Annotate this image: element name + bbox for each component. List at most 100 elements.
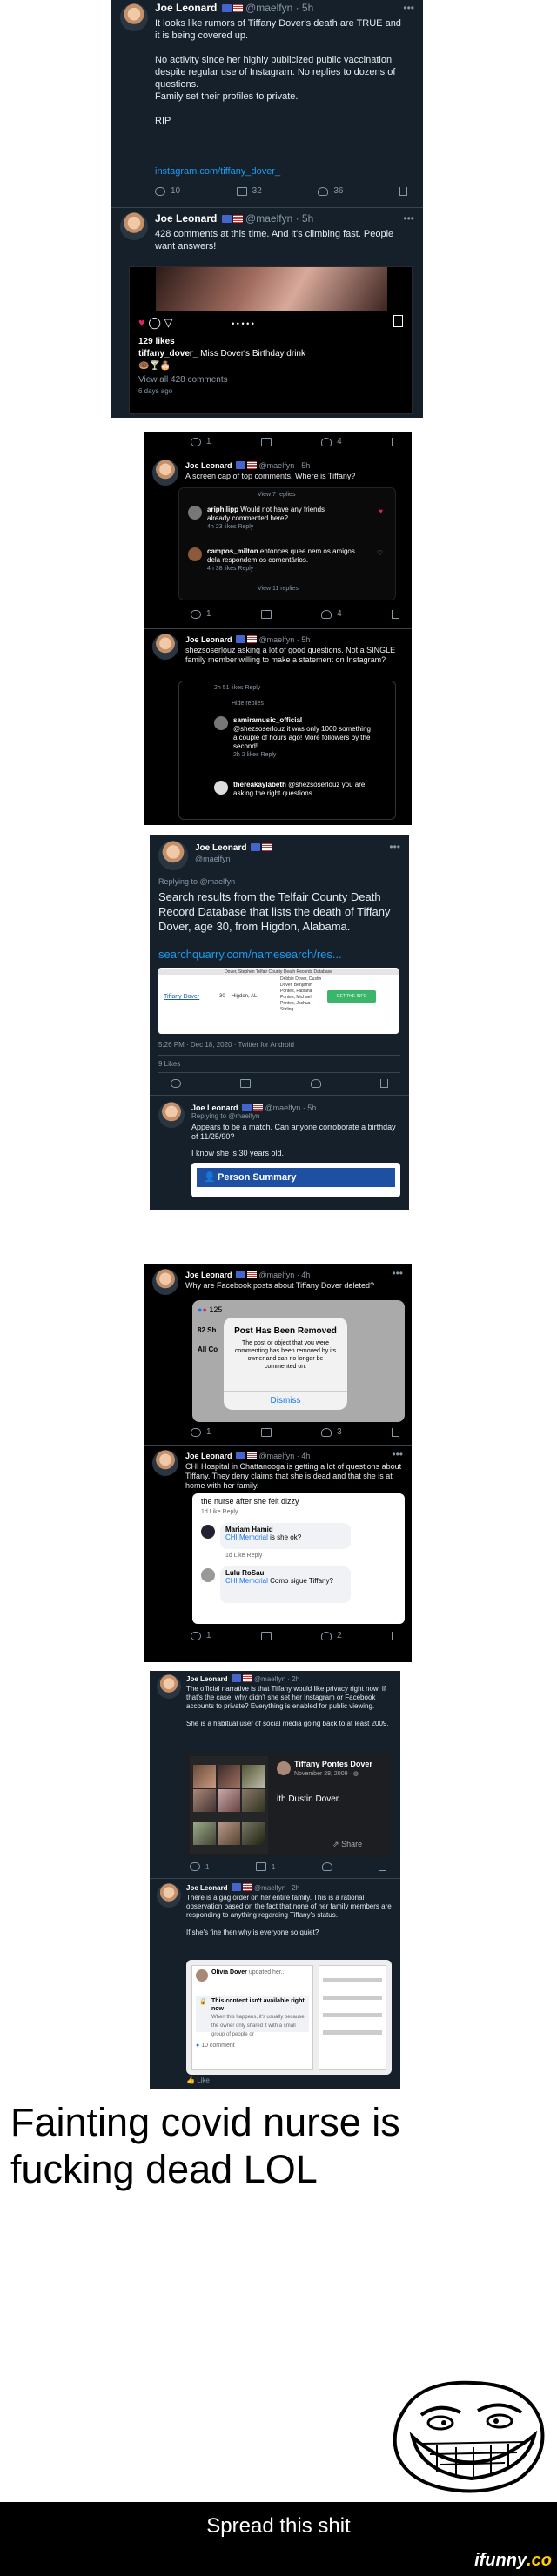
comment-user[interactable]: samiramusic_official	[233, 716, 302, 724]
comment-mention[interactable]: CHI Memorial	[225, 1577, 268, 1585]
facebook-comments-screenshot[interactable]: the nurse after she felt dizzy 1d Like R…	[192, 1493, 405, 1624]
tweet[interactable]: Joe Leonard @maelfyn · 2h There is a gag…	[150, 1880, 400, 2089]
retweet-button[interactable]: 32	[236, 186, 262, 196]
comment-user[interactable]: ariphilipp	[207, 506, 238, 513]
reply-button[interactable]: 1	[191, 1427, 211, 1437]
tweet[interactable]: Joe Leonard @maelfyn · 5h ••• 428 commen…	[111, 209, 423, 418]
avatar[interactable]	[152, 1450, 178, 1476]
tweet[interactable]: Joe Leonard @maelfyn · 5h ••• It looks l…	[111, 0, 423, 207]
send-icon[interactable]: ▽	[164, 316, 173, 329]
reply-button[interactable]: 1	[191, 437, 211, 446]
facebook-profile-screenshot[interactable]: Tiffany Pontes Dover November 28, 2009 ·…	[186, 1753, 392, 1857]
avatar[interactable]	[157, 1674, 181, 1699]
comment-user[interactable]: Lulu RoSau	[225, 1569, 264, 1577]
author-name[interactable]: Joe Leonard	[155, 212, 217, 225]
like-button[interactable]: 3	[321, 1427, 342, 1437]
retweet-button[interactable]: 1	[255, 1862, 275, 1871]
reply-button[interactable]: 1	[191, 1631, 211, 1640]
avatar[interactable]	[157, 1883, 181, 1908]
more-icon[interactable]: •••	[403, 212, 414, 225]
reply-button[interactable]: 10	[155, 186, 180, 196]
avatar[interactable]	[152, 1269, 178, 1295]
comment-user[interactable]: Mariam Hamid	[225, 1526, 273, 1533]
avatar[interactable]	[152, 634, 178, 660]
share-button[interactable]	[391, 1631, 399, 1640]
dismiss-button[interactable]: Dismiss	[224, 1391, 347, 1410]
author-name[interactable]: Joe Leonard	[186, 1884, 228, 1892]
view-replies[interactable]: View 7 replies	[258, 492, 295, 498]
reply-button[interactable]	[171, 1079, 181, 1088]
share-button[interactable]	[399, 186, 407, 196]
author-name[interactable]: Joe Leonard	[191, 1104, 238, 1112]
tweet-link[interactable]: searchquarry.com/namesearch/res...	[158, 949, 342, 961]
retweet-button[interactable]	[260, 1631, 272, 1640]
comment-mention[interactable]: CHI Memorial	[225, 1533, 268, 1541]
avatar[interactable]	[158, 841, 188, 870]
fb-profile-name[interactable]: Tiffany Pontes Dover	[294, 1760, 372, 1768]
like-button[interactable]	[321, 1862, 332, 1871]
avatar[interactable]	[120, 212, 148, 240]
tweet[interactable]: Joe Leonard @maelfyn · 5h Replying to @m…	[150, 1097, 409, 1210]
view-more-replies[interactable]: View 11 replies	[258, 586, 299, 592]
tweet[interactable]: Joe Leonard @maelfyn · 4h ••• Why are Fa…	[144, 1264, 412, 1443]
author-name[interactable]: Joe Leonard	[155, 2, 217, 14]
photo-thumb[interactable]	[242, 1765, 265, 1788]
heart-icon[interactable]: ♥	[138, 316, 145, 329]
fb-like-button[interactable]: 👍 Like	[186, 2076, 210, 2084]
heart-outline-icon[interactable]: ♡	[377, 549, 383, 558]
photo-thumb[interactable]	[218, 1789, 240, 1812]
author-name[interactable]: Joe Leonard	[185, 461, 232, 470]
replying-to[interactable]: Replying to @maelfyn	[191, 1112, 259, 1120]
more-icon[interactable]: •••	[392, 1267, 403, 1279]
tweet-link[interactable]: instagram.com/tiffany_dover_	[155, 165, 280, 178]
replying-to[interactable]: Replying to @maelfyn	[158, 877, 235, 886]
ig-comments-screenshot[interactable]: 2h 51 likes Reply Hide replies samiramus…	[178, 681, 396, 820]
tweet[interactable]: Joe Leonard @maelfyn · 5h shezsoserlouz …	[144, 630, 412, 825]
instagram-screenshot[interactable]: ♥ ◯ ▽ • • • • • 129 likes tiffany_dover_…	[129, 266, 413, 414]
likes-count[interactable]: 9 Likes	[158, 1060, 180, 1068]
more-icon[interactable]: •••	[392, 1448, 403, 1460]
author-name[interactable]: Joe Leonard	[185, 1452, 232, 1460]
photo-thumb[interactable]	[242, 1822, 265, 1845]
photo-thumb[interactable]	[193, 1789, 216, 1812]
author-name[interactable]: Joe Leonard	[185, 1271, 232, 1279]
facebook-posts-screenshot[interactable]: Olivia Dover updated her... 🔒 This conte…	[186, 1960, 392, 2075]
comment-icon[interactable]: ◯	[148, 316, 161, 329]
tweet[interactable]: Joe Leonard @maelfyn · 5h A screen cap o…	[144, 454, 412, 628]
db-name[interactable]: Tiffany Dover	[164, 994, 199, 1000]
like-button[interactable]: 4	[321, 609, 342, 619]
avatar[interactable]	[158, 1102, 185, 1128]
photo-thumb[interactable]	[242, 1789, 265, 1812]
share-button[interactable]	[379, 1079, 388, 1088]
author-name[interactable]: Joe Leonard	[186, 1675, 228, 1683]
facebook-screenshot[interactable]: ●● 125 82 Sh All Co Post Has Been Remove…	[192, 1300, 405, 1422]
like-button[interactable]: 36	[318, 186, 343, 196]
retweet-button[interactable]	[260, 609, 272, 619]
hide-replies[interactable]: Hide replies	[232, 701, 264, 707]
death-record-screenshot[interactable]: Dover, Stephen Telfair County Death Reco…	[158, 968, 399, 1034]
heart-icon[interactable]: ♥	[379, 507, 383, 516]
more-icon[interactable]: •••	[403, 2, 414, 14]
like-button[interactable]: 4	[321, 437, 342, 446]
share-button[interactable]	[391, 437, 399, 446]
ig-caption-user[interactable]: tiffany_dover_	[138, 349, 198, 359]
more-icon[interactable]: •••	[389, 841, 400, 853]
ig-comments-screenshot[interactable]: View 7 replies ariphilipp Would not have…	[178, 487, 396, 600]
avatar[interactable]	[152, 460, 178, 486]
photo-thumb[interactable]	[193, 1822, 216, 1845]
photo-thumb[interactable]	[218, 1822, 240, 1845]
bookmark-icon[interactable]	[393, 315, 403, 327]
reply-button[interactable]: 1	[190, 1862, 209, 1871]
share-button[interactable]	[391, 1427, 399, 1437]
get-info-button[interactable]: GET THE INFO	[327, 990, 376, 1003]
retweet-button[interactable]	[260, 437, 272, 446]
comment-count[interactable]: ● 10 comment	[196, 2043, 235, 2049]
share-button[interactable]	[378, 1862, 386, 1871]
fb-share-button[interactable]: ⇗ Share	[332, 1840, 362, 1849]
retweet-button[interactable]	[240, 1079, 252, 1088]
like-button[interactable]	[310, 1079, 321, 1088]
tweet[interactable]: Joe Leonard @maelfyn · 4h ••• CHI Hospit…	[144, 1446, 412, 1662]
ig-view-comments[interactable]: View all 428 comments	[138, 375, 228, 385]
author-name[interactable]: Joe Leonard	[195, 843, 246, 853]
like-button[interactable]: 2	[321, 1631, 342, 1640]
